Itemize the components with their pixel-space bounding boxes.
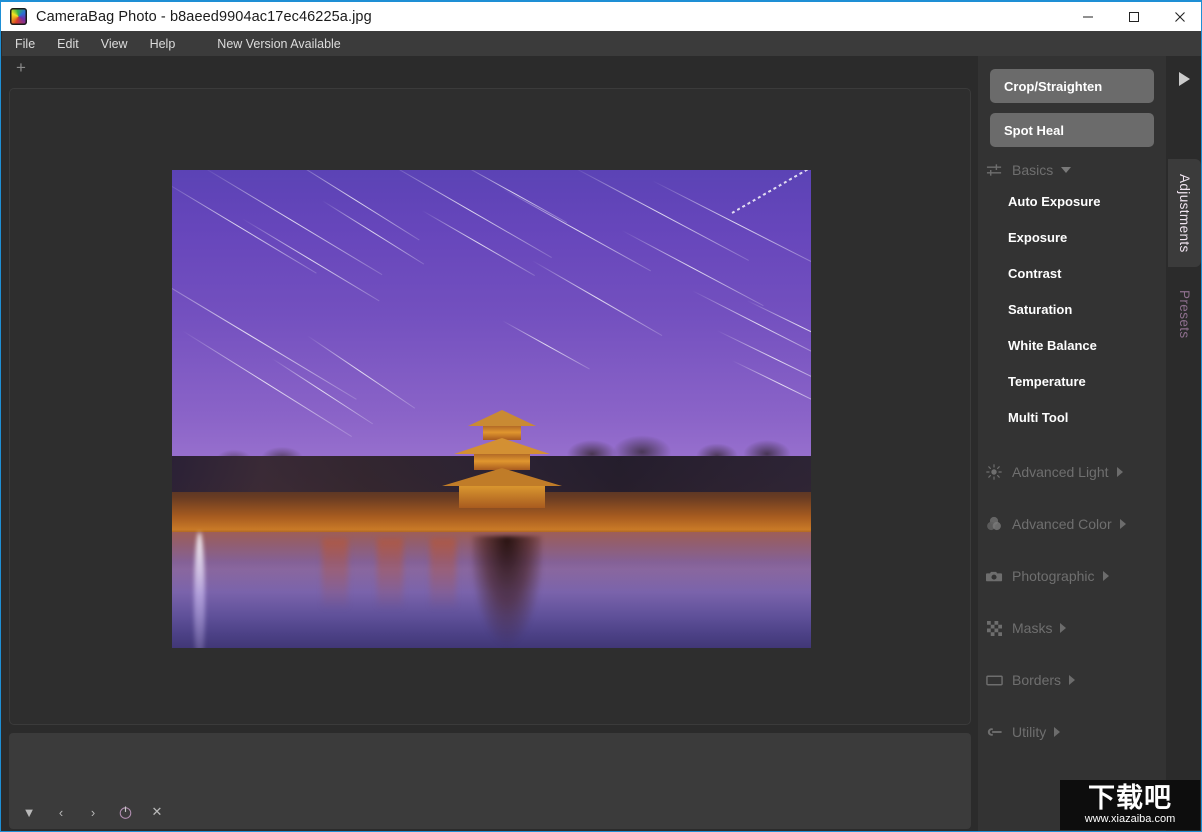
- tab-presets-label: Presets: [1177, 289, 1192, 339]
- tab-presets[interactable]: Presets: [1168, 278, 1201, 350]
- add-tab-button[interactable]: +: [13, 59, 29, 76]
- tab-adjustments[interactable]: Adjustments: [1168, 159, 1201, 267]
- adjustment-white-balance[interactable]: White Balance: [978, 327, 1166, 363]
- group-header-utility[interactable]: Utility: [978, 719, 1166, 745]
- chevron-right-icon[interactable]: [1060, 623, 1067, 633]
- watermark-url: www.xiazaiba.com: [1084, 812, 1176, 825]
- menu-item-help[interactable]: Help: [139, 31, 187, 56]
- adjustment-contrast[interactable]: Contrast: [978, 255, 1166, 291]
- chevron-right-icon[interactable]: [1069, 675, 1076, 685]
- menu-item-edit[interactable]: Edit: [46, 31, 90, 56]
- sun-icon: [984, 463, 1004, 481]
- chevron-right-icon[interactable]: ›: [83, 802, 103, 822]
- image-viewer-canvas[interactable]: [9, 88, 971, 725]
- application-window: CameraBag Photo - b8aeed9904ac17ec46225a…: [0, 0, 1202, 832]
- wrench-icon: [984, 723, 1004, 741]
- group-header-advanced-color[interactable]: Advanced Color: [978, 511, 1166, 537]
- adjustment-auto-exposure[interactable]: Auto Exposure: [978, 183, 1166, 219]
- group-label-advanced-color: Advanced Color: [1012, 516, 1112, 532]
- watermark-logo-text: 下载吧: [1088, 782, 1172, 814]
- rectangle-icon: [984, 671, 1004, 689]
- checkerboard-icon: [984, 619, 1004, 637]
- app-logo-icon: [10, 8, 27, 25]
- group-label-photographic: Photographic: [1012, 568, 1095, 584]
- chevron-left-icon[interactable]: ‹: [51, 802, 71, 822]
- photo-tower-reflection: [472, 536, 542, 648]
- menu-bar: File Edit View Help New Version Availabl…: [2, 31, 1201, 56]
- minimize-button[interactable]: [1065, 2, 1111, 31]
- watermark: 下载吧 www.xiazaiba.com: [1060, 780, 1200, 830]
- chevron-right-icon[interactable]: [1054, 727, 1061, 737]
- document-tab-strip: +: [2, 56, 978, 86]
- menu-item-new-version-available[interactable]: New Version Available: [206, 31, 351, 56]
- group-header-advanced-light[interactable]: Advanced Light: [978, 459, 1166, 485]
- chevron-right-icon[interactable]: [1102, 571, 1109, 581]
- tab-adjustments-label: Adjustments: [1177, 173, 1192, 253]
- side-tab-rail: Adjustments Presets: [1166, 56, 1201, 831]
- adjustment-exposure[interactable]: Exposure: [978, 219, 1166, 255]
- close-icon[interactable]: ✕: [147, 802, 167, 822]
- group-label-borders: Borders: [1012, 672, 1062, 688]
- group-header-borders[interactable]: Borders: [978, 667, 1166, 693]
- group-header-masks[interactable]: Masks: [978, 615, 1166, 641]
- group-label-advanced-light: Advanced Light: [1012, 464, 1109, 480]
- title-bar: CameraBag Photo - b8aeed9904ac17ec46225a…: [1, 0, 1201, 31]
- chevron-down-icon[interactable]: [1061, 167, 1072, 173]
- spot-heal-button[interactable]: Spot Heal: [990, 113, 1154, 147]
- chevron-right-icon[interactable]: [1119, 519, 1126, 529]
- window-controls: [1065, 2, 1201, 31]
- adjustment-multi-tool[interactable]: Multi Tool: [978, 399, 1166, 435]
- triangle-right-icon: [1178, 72, 1190, 86]
- adjustments-panel: Crop/Straighten Spot Heal Basics Auto Ex…: [978, 56, 1166, 831]
- filmstrip-toolbar: ▼ ‹ › ✕: [19, 801, 167, 823]
- crop-straighten-button[interactable]: Crop/Straighten: [990, 69, 1154, 103]
- window-title: CameraBag Photo - b8aeed9904ac17ec46225a…: [36, 8, 372, 25]
- chevron-right-icon[interactable]: [1116, 467, 1123, 477]
- adjustment-temperature[interactable]: Temperature: [978, 363, 1166, 399]
- menu-item-view[interactable]: View: [90, 31, 139, 56]
- group-label-masks: Masks: [1012, 620, 1053, 636]
- triangle-down-icon[interactable]: ▼: [19, 802, 39, 822]
- group-label-basics: Basics: [1012, 162, 1054, 178]
- menu-item-file[interactable]: File: [4, 31, 46, 56]
- photo-preview[interactable]: [172, 170, 811, 648]
- group-header-basics[interactable]: Basics: [978, 157, 1166, 183]
- power-reset-icon[interactable]: [115, 802, 135, 822]
- filmstrip-panel[interactable]: ▼ ‹ › ✕: [9, 733, 971, 829]
- collapse-panel-button[interactable]: [1166, 65, 1201, 93]
- group-header-photographic[interactable]: Photographic: [978, 563, 1166, 589]
- sliders-icon: [984, 161, 1004, 179]
- color-circles-icon: [984, 515, 1004, 533]
- adjustment-saturation[interactable]: Saturation: [978, 291, 1166, 327]
- close-button[interactable]: [1157, 2, 1201, 31]
- group-label-utility: Utility: [1012, 724, 1047, 740]
- maximize-button[interactable]: [1111, 2, 1157, 31]
- photo-tower: [442, 410, 562, 520]
- camera-icon: [984, 567, 1004, 585]
